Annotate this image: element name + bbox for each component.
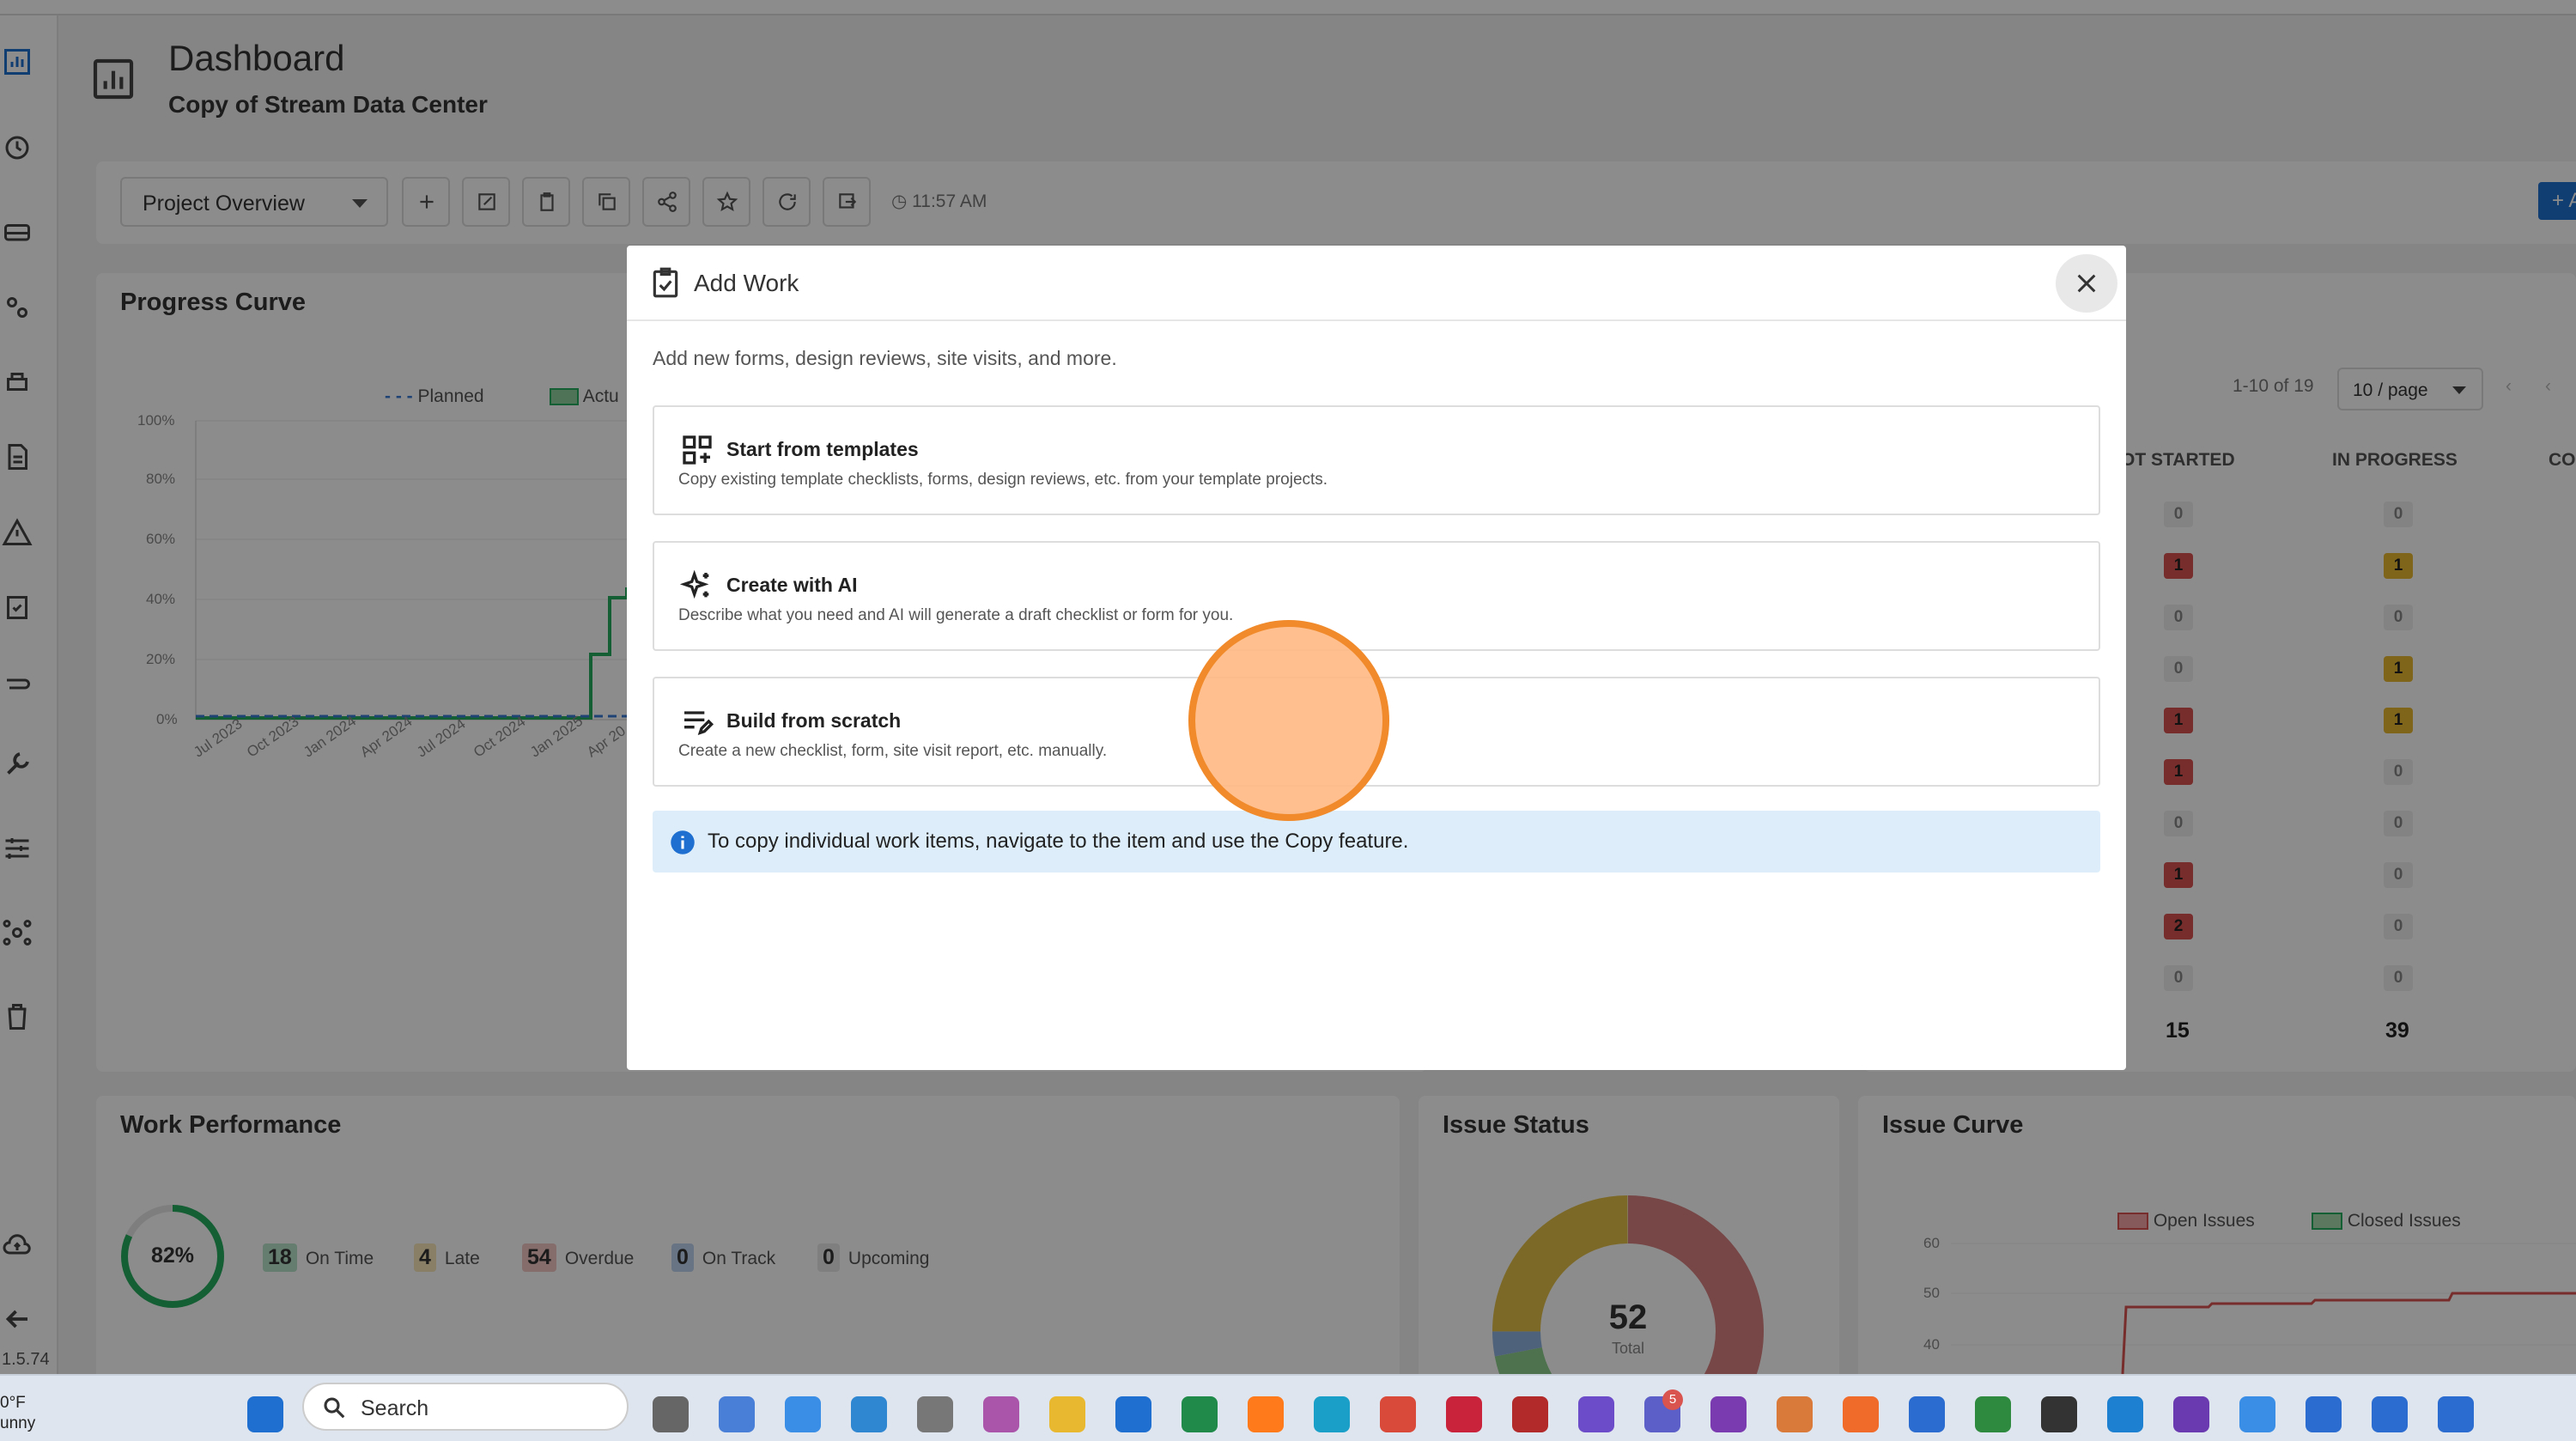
option-title: Start from templates bbox=[726, 438, 919, 460]
info-alert: To copy individual work items, navigate … bbox=[653, 811, 2100, 873]
task-view-icon[interactable] bbox=[653, 1396, 689, 1432]
taskbar-search[interactable]: Search bbox=[302, 1383, 629, 1431]
copilot-icon[interactable] bbox=[719, 1396, 755, 1432]
snipping-tool-icon[interactable] bbox=[983, 1396, 1019, 1432]
close-icon bbox=[2077, 274, 2096, 293]
close-button[interactable] bbox=[2056, 254, 2117, 313]
terminal-icon[interactable] bbox=[2041, 1396, 2077, 1432]
notepad-icon[interactable] bbox=[2239, 1396, 2275, 1432]
option-title: Build from scratch bbox=[726, 709, 902, 732]
gear-icon[interactable] bbox=[2372, 1396, 2408, 1432]
template-grid-icon bbox=[680, 433, 714, 467]
file-explorer-icon[interactable] bbox=[785, 1396, 821, 1432]
weather-condition: unny bbox=[0, 1414, 36, 1432]
gear-icon[interactable] bbox=[2306, 1396, 2342, 1432]
excel-icon[interactable] bbox=[1182, 1396, 1218, 1432]
option-description: Describe what you need and AI will gener… bbox=[678, 606, 1234, 624]
option-create-with-ai[interactable]: Create with AI Describe what you need an… bbox=[653, 541, 2100, 651]
calculator-icon[interactable] bbox=[917, 1396, 953, 1432]
modal-header: Add Work bbox=[627, 246, 2126, 321]
camera-icon[interactable] bbox=[1446, 1396, 1482, 1432]
gear-icon[interactable] bbox=[2438, 1396, 2474, 1432]
azure-icon[interactable] bbox=[1909, 1396, 1945, 1432]
weather-widget[interactable]: 0°F unny bbox=[0, 1393, 35, 1434]
firefox-icon[interactable] bbox=[1248, 1396, 1284, 1432]
chrome-icon[interactable] bbox=[1380, 1396, 1416, 1432]
photos-icon[interactable] bbox=[851, 1396, 887, 1432]
folder-icon[interactable] bbox=[1049, 1396, 1085, 1432]
option-title: Create with AI bbox=[726, 574, 858, 596]
search-icon bbox=[324, 1397, 345, 1419]
edit-list-icon bbox=[680, 704, 714, 739]
outlook-icon[interactable] bbox=[1115, 1396, 1151, 1432]
edge-icon[interactable] bbox=[1314, 1396, 1350, 1432]
claude-icon[interactable] bbox=[1777, 1396, 1813, 1432]
teams-badge: 5 bbox=[1662, 1389, 1683, 1410]
sparkles-icon bbox=[679, 568, 714, 603]
start-menu-icon[interactable] bbox=[247, 1396, 283, 1432]
option-description: Create a new checklist, form, site visit… bbox=[678, 742, 1108, 760]
clipboard-check-icon bbox=[649, 266, 682, 299]
mongodb-icon[interactable] bbox=[1975, 1396, 2011, 1432]
option-description: Copy existing template checklists, forms… bbox=[678, 471, 1328, 489]
add-work-modal: Add Work Add new forms, design reviews, … bbox=[627, 246, 2126, 1070]
visual-studio-icon[interactable] bbox=[2173, 1396, 2209, 1432]
modal-title: Add Work bbox=[694, 270, 799, 296]
option-start-from-templates[interactable]: Start from templates Copy existing templ… bbox=[653, 405, 2100, 515]
notes-icon[interactable] bbox=[1578, 1396, 1614, 1432]
pdf-reader-icon[interactable] bbox=[1512, 1396, 1548, 1432]
info-text: To copy individual work items, navigate … bbox=[708, 830, 1409, 853]
weather-temp: 0°F bbox=[0, 1394, 26, 1412]
taskbar-search-label: Search bbox=[361, 1396, 429, 1420]
vscode-icon[interactable] bbox=[2107, 1396, 2143, 1432]
info-icon bbox=[670, 830, 696, 855]
postman-icon[interactable] bbox=[1843, 1396, 1879, 1432]
modal-description: Add new forms, design reviews, site visi… bbox=[653, 347, 1117, 369]
onenote-icon[interactable] bbox=[1710, 1396, 1747, 1432]
click-indicator bbox=[1188, 620, 1389, 821]
